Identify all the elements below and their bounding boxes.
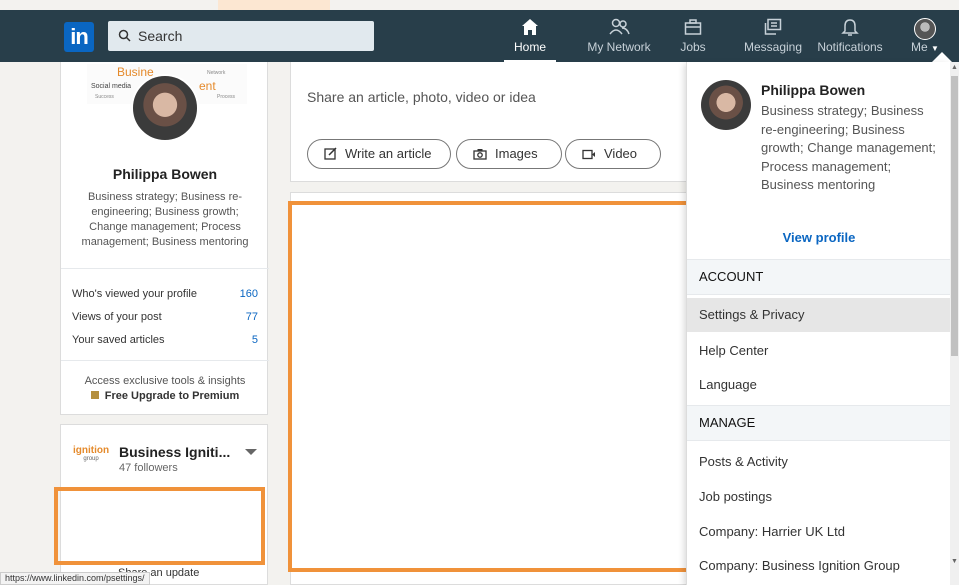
premium-upgrade-link[interactable]: Free Upgrade to Premium (61, 390, 269, 402)
top-navbar: in Home My Network Jobs Messaging Notifi… (0, 10, 959, 62)
scrollbar-thumb[interactable] (951, 76, 958, 356)
images-label: Images (495, 146, 538, 161)
stat-value: 160 (239, 288, 258, 300)
account-section-header: ACCOUNT (687, 259, 950, 295)
profile-name[interactable]: Philippa Bowen (61, 166, 269, 182)
me-dropdown-menu: Philippa Bowen Business strategy; Busine… (686, 62, 950, 585)
view-profile-link[interactable]: View profile (687, 230, 950, 245)
stat-profile-views[interactable]: Who's viewed your profile 160 (72, 288, 258, 306)
menu-item-language[interactable]: Language (687, 368, 950, 402)
svg-text:Social media: Social media (91, 83, 131, 90)
company-logo[interactable]: ignition group (73, 445, 109, 462)
premium-promo-text: Access exclusive tools & insights (84, 375, 246, 387)
menu-item-company-harrier[interactable]: Company: Harrier UK Ltd (687, 515, 950, 549)
nav-home[interactable]: Home (504, 10, 556, 62)
menu-item-help-center[interactable]: Help Center (687, 334, 950, 368)
stat-label: Who's viewed your profile (72, 288, 197, 300)
nav-jobs-label: Jobs (680, 40, 706, 54)
dropdown-caret (932, 52, 952, 62)
search-input[interactable] (138, 21, 368, 51)
dropdown-profile-name: Philippa Bowen (761, 82, 866, 98)
dropdown-avatar (701, 80, 751, 130)
status-bar-url: https://www.linkedin.com/psettings/ (0, 572, 150, 585)
messaging-icon (742, 10, 804, 40)
video-label: Video (604, 146, 638, 161)
menu-item-posts-activity[interactable]: Posts & Activity (687, 445, 950, 479)
divider (61, 268, 269, 269)
nav-jobs[interactable]: Jobs (676, 10, 710, 62)
stat-value: 5 (251, 334, 258, 346)
svg-text:Network: Network (207, 70, 226, 76)
nav-my-network-label: My Network (587, 40, 651, 54)
camera-icon (473, 142, 487, 170)
search-icon (118, 29, 131, 42)
company-name[interactable]: Business Igniti... (119, 444, 230, 460)
stat-value: 77 (245, 311, 258, 323)
share-box: Share an article, photo, video or idea W… (290, 62, 688, 182)
dropdown-profile-headline: Business strategy; Business re-engineeri… (761, 103, 936, 192)
nav-messaging[interactable]: Messaging (742, 10, 804, 62)
write-article-button[interactable]: Write an article (307, 139, 451, 169)
nav-home-label: Home (513, 40, 546, 54)
home-icon (504, 10, 556, 40)
divider (61, 360, 269, 361)
company-logo-sub: group (83, 456, 99, 462)
scroll-down-icon[interactable]: ▼ (951, 558, 958, 565)
profile-avatar[interactable] (131, 74, 199, 142)
nav-messaging-label: Messaging (743, 40, 803, 54)
menu-item-settings-privacy[interactable]: Settings & Privacy (687, 298, 950, 332)
avatar (914, 18, 936, 40)
svg-text:ent: ent (199, 79, 216, 93)
share-prompt[interactable]: Share an article, photo, video or idea (307, 89, 536, 105)
company-logo-text: ignition (73, 445, 110, 456)
annotation-highlight-box (54, 487, 265, 565)
menu-item-company-business-ignition[interactable]: Company: Business Ignition Group (687, 549, 950, 583)
stat-saved-articles[interactable]: Your saved articles 5 (72, 334, 258, 352)
stat-label: Your saved articles (72, 334, 165, 346)
svg-text:Success: Success (95, 94, 114, 100)
nav-notifications-label: Notifications (817, 40, 883, 54)
manage-section-header: MANAGE (687, 405, 950, 441)
annotation-highlight-box (288, 201, 696, 572)
bell-icon (815, 10, 885, 40)
dropdown-scrollbar[interactable]: ▲ ▼ (950, 62, 959, 585)
search-box[interactable] (108, 21, 374, 51)
stat-post-views[interactable]: Views of your post 77 (72, 311, 258, 329)
nav-notifications[interactable]: Notifications (815, 10, 885, 62)
top-strip (0, 0, 959, 10)
linkedin-logo[interactable]: in (64, 22, 94, 52)
profile-headline: Business strategy; Business re-engineeri… (81, 191, 249, 248)
svg-text:Process: Process (217, 94, 236, 100)
premium-upgrade-label: Free Upgrade to Premium (104, 390, 240, 402)
video-icon (582, 142, 596, 170)
video-button[interactable]: Video (565, 139, 661, 169)
profile-card: Busine Social media ent Network Process … (60, 62, 269, 415)
chevron-down-icon[interactable] (245, 449, 257, 455)
me-avatar-wrap (905, 10, 945, 40)
nav-my-network[interactable]: My Network (582, 10, 656, 62)
company-followers: 47 followers (119, 462, 178, 474)
premium-icon (90, 391, 99, 399)
menu-item-job-postings[interactable]: Job postings (687, 480, 950, 514)
network-icon (582, 10, 656, 40)
stat-label: Views of your post (72, 311, 162, 323)
write-article-label: Write an article (345, 146, 432, 161)
pencil-icon (324, 142, 337, 170)
images-button[interactable]: Images (456, 139, 562, 169)
nav-me-text: Me (911, 40, 928, 54)
scroll-up-icon[interactable]: ▲ (951, 64, 958, 71)
tab-highlight (218, 0, 330, 10)
briefcase-icon (676, 10, 710, 40)
